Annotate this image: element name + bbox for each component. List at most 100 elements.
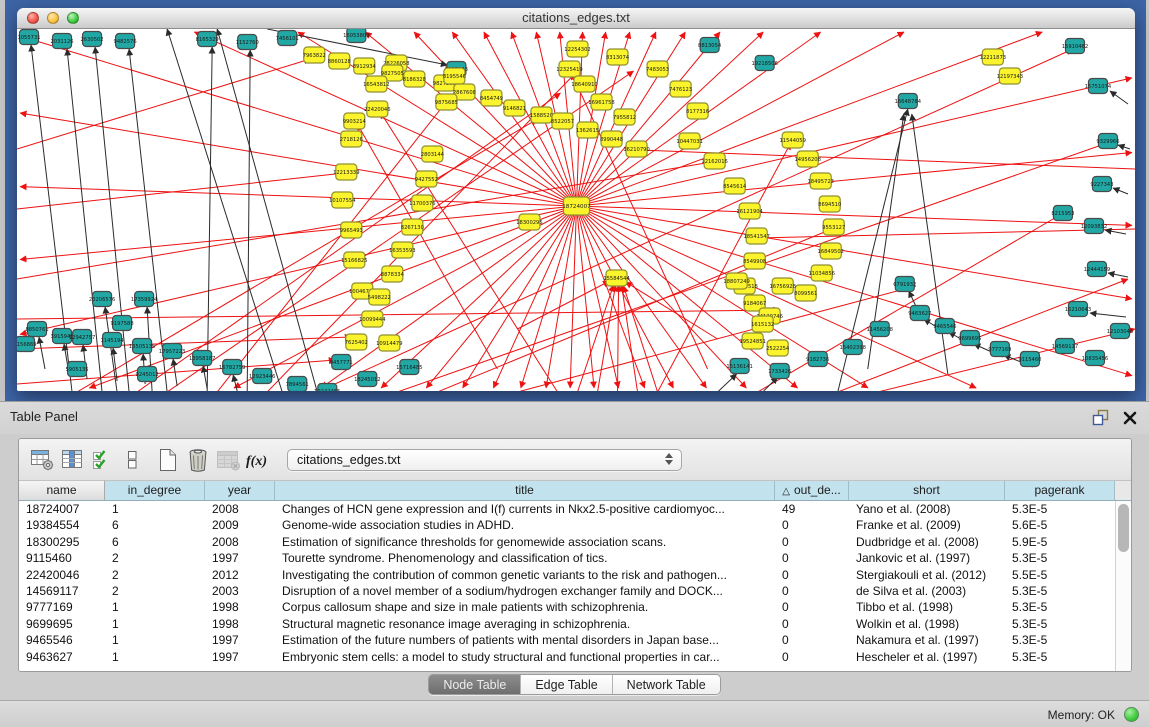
table-cell: 9463627 — [19, 649, 105, 665]
table-cell: Tourette syndrome. Phenomenology and cla… — [275, 550, 775, 566]
close-window-icon[interactable] — [27, 12, 39, 24]
table-cell: 0 — [775, 616, 849, 632]
column-header-year[interactable]: year — [205, 481, 275, 500]
table-cell: 0 — [775, 599, 849, 615]
tab-edge-table[interactable]: Edge Table — [521, 675, 612, 694]
table-row[interactable]: 946362711997Embryonic stem cells: a mode… — [19, 649, 1115, 665]
svg-text:12103046: 12103046 — [1107, 329, 1133, 335]
table-cell: Disruption of a novel member of a sodium… — [275, 583, 775, 599]
vertical-scrollbar[interactable] — [1115, 501, 1131, 671]
table-cell: 2 — [105, 567, 205, 583]
table-cell: 5.3E-5 — [1005, 550, 1115, 566]
table-row[interactable]: 1872400712008Changes of HCN gene express… — [19, 501, 1115, 517]
svg-text:9457771: 9457771 — [330, 360, 353, 366]
network-window-titlebar[interactable]: citations_edges.txt — [17, 8, 1135, 29]
table-row[interactable]: 969969511998Structural magnetic resonanc… — [19, 616, 1115, 632]
column-header-pagerank[interactable]: pagerank — [1005, 481, 1115, 500]
table-cell: 18724007 — [19, 501, 105, 517]
delete-column-icon[interactable] — [183, 445, 213, 475]
table-cell: Franke et al. (2009) — [849, 517, 1005, 533]
svg-text:9465546: 9465546 — [933, 324, 956, 330]
column-header-in-degree[interactable]: in_degree — [105, 481, 205, 500]
table-cell: 14569117 — [19, 583, 105, 599]
table-selector[interactable]: citations_edges.txt — [287, 449, 682, 471]
svg-text:10447031: 10447031 — [676, 139, 702, 145]
svg-text:8195546: 8195546 — [443, 74, 466, 80]
svg-text:18541547: 18541547 — [743, 234, 769, 240]
svg-text:8549908: 8549908 — [743, 259, 766, 265]
table-cell: 1 — [105, 501, 205, 517]
svg-text:11034856: 11034856 — [809, 271, 835, 277]
close-panel-icon[interactable] — [1123, 411, 1137, 430]
svg-text:10099444: 10099444 — [359, 317, 386, 323]
svg-text:9329966: 9329966 — [1096, 139, 1119, 145]
svg-text:13958187: 13958187 — [189, 356, 215, 362]
svg-text:12211873: 12211873 — [980, 55, 1006, 61]
table-row[interactable]: 946554611997Estimation of the future num… — [19, 632, 1115, 648]
create-column-icon[interactable] — [153, 445, 183, 475]
svg-text:6791932: 6791932 — [893, 282, 916, 288]
svg-text:9463627: 9463627 — [908, 311, 931, 317]
table-cell: Stergiakouli et al. (2012) — [849, 567, 1005, 583]
svg-text:1362615: 1362615 — [576, 128, 599, 134]
svg-text:16053809: 16053809 — [343, 33, 369, 39]
table-row[interactable]: 1830029562008Estimation of significance … — [19, 534, 1115, 550]
fx-glyph: f(x) — [246, 454, 267, 469]
network-window: citations_edges.txt 10557312031126263050… — [17, 8, 1135, 391]
network-canvas[interactable]: 1055731203112626305029482576816532911527… — [17, 29, 1135, 391]
column-header-title[interactable]: title — [275, 481, 775, 500]
svg-text:8267130: 8267130 — [401, 225, 424, 231]
svg-text:11456208: 11456208 — [867, 327, 893, 333]
svg-text:9965493: 9965493 — [340, 228, 363, 234]
show-columns-icon[interactable] — [57, 445, 87, 475]
toggle-rows-icon[interactable] — [117, 445, 147, 475]
svg-text:19218506: 19218506 — [751, 61, 777, 67]
table-row[interactable]: 2242004622012Investigating the contribut… — [19, 567, 1115, 583]
svg-text:7963822: 7963822 — [303, 53, 326, 59]
svg-text:7625402: 7625402 — [345, 340, 368, 346]
delete-table-icon[interactable] — [213, 445, 243, 475]
table-cell: 9465546 — [19, 632, 105, 648]
float-panel-icon[interactable] — [1092, 409, 1109, 431]
table-cell: 2008 — [205, 534, 275, 550]
table-cell: Wolkin et al. (1998) — [849, 616, 1005, 632]
svg-text:5905135: 5905135 — [65, 367, 88, 373]
column-header-name[interactable]: name — [19, 481, 105, 500]
function-builder-icon[interactable]: f(x) — [243, 445, 273, 475]
table-row[interactable]: 1456911722003Disruption of a novel membe… — [19, 583, 1115, 599]
svg-text:15584544: 15584544 — [603, 276, 630, 282]
svg-text:16756928: 16756928 — [769, 284, 795, 290]
table-mode-icon[interactable] — [27, 445, 57, 475]
svg-text:15751074: 15751074 — [1085, 84, 1112, 90]
table-row[interactable]: 977716911998Corpus callosum shape and si… — [19, 599, 1115, 615]
svg-text:12197343: 12197343 — [997, 74, 1023, 80]
table-row[interactable]: 911546021997Tourette syndrome. Phenomeno… — [19, 550, 1115, 566]
column-header-out-degree[interactable]: △out_de... — [775, 481, 849, 500]
combo-arrows-icon — [665, 453, 673, 465]
table-panel-header: Table Panel — [0, 401, 1149, 434]
table-cell: 0 — [775, 583, 849, 599]
network-view-region: citations_edges.txt 10557312031126263050… — [0, 0, 1149, 401]
memory-ok-indicator[interactable] — [1124, 707, 1139, 722]
svg-text:9553127: 9553127 — [822, 225, 845, 231]
table-cell: 1998 — [205, 599, 275, 615]
minimize-window-icon[interactable] — [47, 12, 59, 24]
table-cell: 0 — [775, 567, 849, 583]
svg-text:14569117: 14569117 — [1052, 344, 1078, 350]
table-cell: 0 — [775, 649, 849, 665]
table-cell: 2009 — [205, 517, 275, 533]
table-cell: Estimation of significance thresholds fo… — [275, 534, 775, 550]
column-header-short[interactable]: short — [849, 481, 1005, 500]
tab-network-table[interactable]: Network Table — [613, 675, 720, 694]
table-body: 1872400712008Changes of HCN gene express… — [19, 501, 1115, 671]
table-panel-title: Table Panel — [10, 409, 78, 424]
tab-node-table[interactable]: Node Table — [429, 675, 521, 694]
sort-ascending-icon: △ — [782, 486, 790, 497]
table-row[interactable]: 1938455462009Genome-wide association stu… — [19, 517, 1115, 533]
scrollbar-thumb[interactable] — [1118, 504, 1129, 552]
svg-text:7456101: 7456101 — [276, 36, 299, 42]
select-rows-icon[interactable] — [87, 445, 117, 475]
table-cell: Embryonic stem cells: a model to study s… — [275, 649, 775, 665]
table-cell: 5.3E-5 — [1005, 583, 1115, 599]
zoom-window-icon[interactable] — [67, 12, 79, 24]
